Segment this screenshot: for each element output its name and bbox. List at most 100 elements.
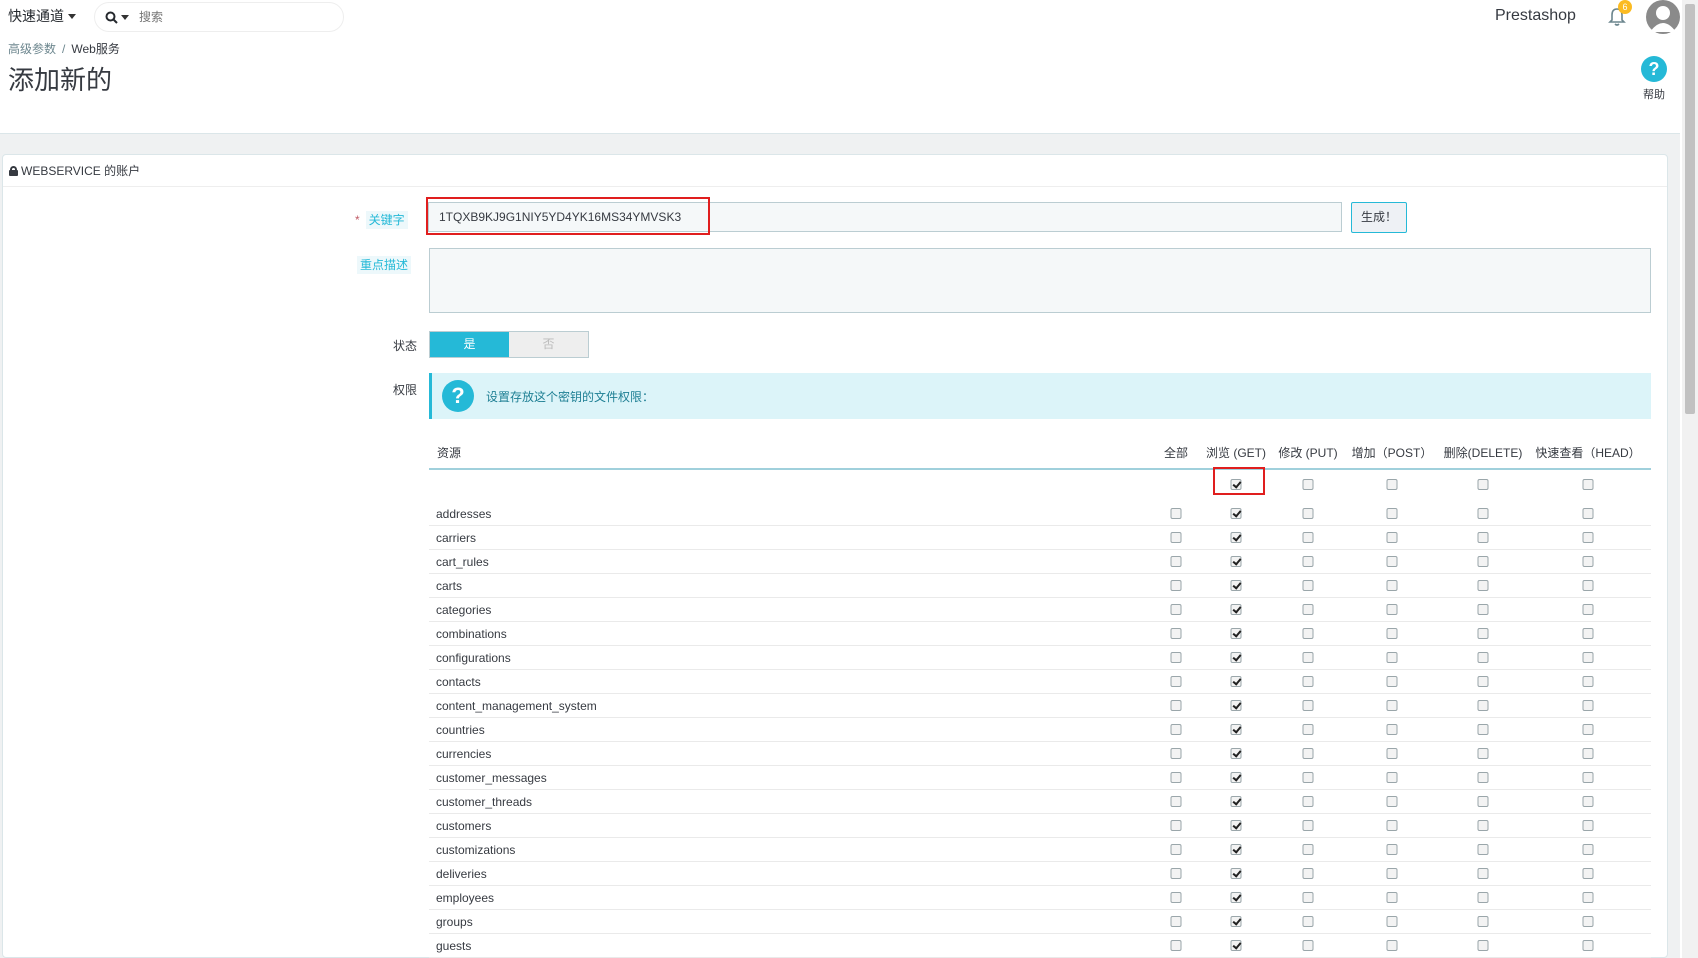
get-checkbox[interactable]	[1230, 580, 1242, 591]
all-checkbox[interactable]	[1170, 940, 1182, 951]
post-checkbox[interactable]	[1386, 916, 1398, 927]
put-checkbox[interactable]	[1302, 940, 1314, 951]
get-checkbox[interactable]	[1230, 532, 1242, 543]
post-checkbox[interactable]	[1386, 580, 1398, 591]
all-checkbox[interactable]	[1170, 676, 1182, 687]
delete-checkbox[interactable]	[1477, 940, 1489, 951]
head-checkbox[interactable]	[1582, 724, 1594, 735]
select-all-put-checkbox[interactable]	[1302, 479, 1314, 490]
all-checkbox[interactable]	[1170, 820, 1182, 831]
select-all-head-checkbox[interactable]	[1582, 479, 1594, 490]
status-switch[interactable]: 是 否	[429, 331, 589, 358]
delete-checkbox[interactable]	[1477, 700, 1489, 711]
head-checkbox[interactable]	[1582, 652, 1594, 663]
description-textarea[interactable]	[429, 248, 1651, 313]
get-checkbox[interactable]	[1230, 940, 1242, 951]
post-checkbox[interactable]	[1386, 508, 1398, 519]
post-checkbox[interactable]	[1386, 772, 1398, 783]
put-checkbox[interactable]	[1302, 868, 1314, 879]
delete-checkbox[interactable]	[1477, 772, 1489, 783]
all-checkbox[interactable]	[1170, 508, 1182, 519]
select-all-delete-checkbox[interactable]	[1477, 479, 1489, 490]
put-checkbox[interactable]	[1302, 844, 1314, 855]
get-checkbox[interactable]	[1230, 700, 1242, 711]
post-checkbox[interactable]	[1386, 532, 1398, 543]
delete-checkbox[interactable]	[1477, 652, 1489, 663]
head-checkbox[interactable]	[1582, 844, 1594, 855]
breadcrumb-parent[interactable]: 高级参数	[8, 42, 56, 56]
put-checkbox[interactable]	[1302, 628, 1314, 639]
all-checkbox[interactable]	[1170, 844, 1182, 855]
post-checkbox[interactable]	[1386, 724, 1398, 735]
page-scrollbar[interactable]	[1682, 0, 1698, 958]
all-checkbox[interactable]	[1170, 868, 1182, 879]
put-checkbox[interactable]	[1302, 892, 1314, 903]
avatar[interactable]	[1645, 0, 1681, 34]
put-checkbox[interactable]	[1302, 604, 1314, 615]
all-checkbox[interactable]	[1170, 604, 1182, 615]
quick-access-dropdown[interactable]: 快速通道	[8, 6, 76, 26]
put-checkbox[interactable]	[1302, 748, 1314, 759]
all-checkbox[interactable]	[1170, 892, 1182, 903]
search-type-button[interactable]	[95, 11, 139, 24]
delete-checkbox[interactable]	[1477, 628, 1489, 639]
delete-checkbox[interactable]	[1477, 844, 1489, 855]
head-checkbox[interactable]	[1582, 532, 1594, 543]
all-checkbox[interactable]	[1170, 724, 1182, 735]
post-checkbox[interactable]	[1386, 892, 1398, 903]
get-checkbox[interactable]	[1230, 748, 1242, 759]
delete-checkbox[interactable]	[1477, 580, 1489, 591]
put-checkbox[interactable]	[1302, 508, 1314, 519]
get-checkbox[interactable]	[1230, 892, 1242, 903]
get-checkbox[interactable]	[1230, 844, 1242, 855]
delete-checkbox[interactable]	[1477, 508, 1489, 519]
put-checkbox[interactable]	[1302, 652, 1314, 663]
get-checkbox[interactable]	[1230, 556, 1242, 567]
post-checkbox[interactable]	[1386, 748, 1398, 759]
shop-name-link[interactable]: Prestashop	[1495, 7, 1576, 25]
get-checkbox[interactable]	[1230, 604, 1242, 615]
put-checkbox[interactable]	[1302, 700, 1314, 711]
post-checkbox[interactable]	[1386, 844, 1398, 855]
post-checkbox[interactable]	[1386, 700, 1398, 711]
get-checkbox[interactable]	[1230, 796, 1242, 807]
post-checkbox[interactable]	[1386, 556, 1398, 567]
get-checkbox[interactable]	[1230, 772, 1242, 783]
delete-checkbox[interactable]	[1477, 820, 1489, 831]
head-checkbox[interactable]	[1582, 580, 1594, 591]
get-checkbox[interactable]	[1230, 628, 1242, 639]
delete-checkbox[interactable]	[1477, 556, 1489, 567]
help-button[interactable]: ? 帮助	[1632, 56, 1676, 102]
post-checkbox[interactable]	[1386, 796, 1398, 807]
breadcrumb-current[interactable]: Web服务	[71, 42, 119, 56]
all-checkbox[interactable]	[1170, 580, 1182, 591]
head-checkbox[interactable]	[1582, 796, 1594, 807]
delete-checkbox[interactable]	[1477, 916, 1489, 927]
all-checkbox[interactable]	[1170, 748, 1182, 759]
generate-button[interactable]: 生成！	[1351, 202, 1407, 233]
post-checkbox[interactable]	[1386, 676, 1398, 687]
post-checkbox[interactable]	[1386, 940, 1398, 951]
delete-checkbox[interactable]	[1477, 868, 1489, 879]
head-checkbox[interactable]	[1582, 748, 1594, 759]
get-checkbox[interactable]	[1230, 820, 1242, 831]
get-checkbox[interactable]	[1230, 652, 1242, 663]
delete-checkbox[interactable]	[1477, 796, 1489, 807]
put-checkbox[interactable]	[1302, 580, 1314, 591]
all-checkbox[interactable]	[1170, 556, 1182, 567]
delete-checkbox[interactable]	[1477, 724, 1489, 735]
head-checkbox[interactable]	[1582, 916, 1594, 927]
put-checkbox[interactable]	[1302, 532, 1314, 543]
head-checkbox[interactable]	[1582, 868, 1594, 879]
delete-checkbox[interactable]	[1477, 604, 1489, 615]
all-checkbox[interactable]	[1170, 628, 1182, 639]
put-checkbox[interactable]	[1302, 724, 1314, 735]
head-checkbox[interactable]	[1582, 676, 1594, 687]
put-checkbox[interactable]	[1302, 772, 1314, 783]
post-checkbox[interactable]	[1386, 604, 1398, 615]
head-checkbox[interactable]	[1582, 820, 1594, 831]
post-checkbox[interactable]	[1386, 652, 1398, 663]
head-checkbox[interactable]	[1582, 700, 1594, 711]
head-checkbox[interactable]	[1582, 940, 1594, 951]
get-checkbox[interactable]	[1230, 868, 1242, 879]
